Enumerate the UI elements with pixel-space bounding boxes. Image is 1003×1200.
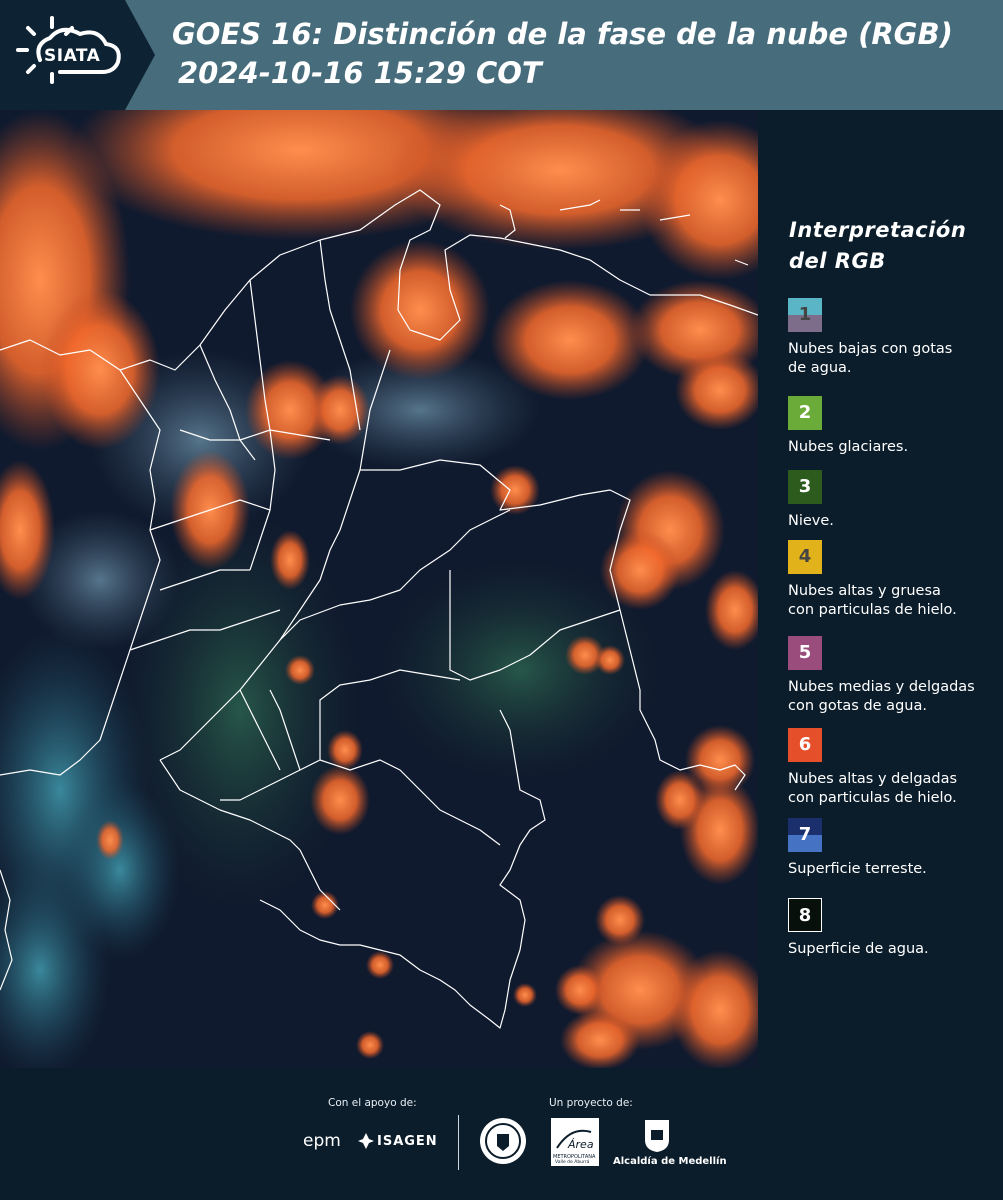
area-logo-text: Área — [568, 1138, 594, 1151]
epm-logo: epm — [303, 1131, 341, 1151]
isagen-logo-icon — [358, 1133, 374, 1149]
legend-swatch: 3 — [788, 470, 822, 504]
header: SIATA GOES 16: Distinción de la fase de … — [0, 0, 1003, 110]
legend-label: Nubes medias y delgadas — [788, 679, 975, 695]
legend-label: Nieve. — [788, 513, 834, 529]
legend-item-3: 3 Nieve. — [788, 470, 834, 531]
legend-number: 6 — [798, 734, 812, 755]
siata-logo-text: SIATA — [44, 46, 101, 66]
area-logo-subtext2: Valle de Aburrá — [555, 1160, 590, 1165]
legend-label: Nubes altas y gruesa — [788, 583, 941, 599]
legend-label-line2: con particulas de hielo. — [788, 602, 957, 618]
footer-divider — [458, 1115, 459, 1170]
legend-item-8: 8 Superficie de agua. — [788, 898, 929, 959]
project-label: Un proyecto de: — [549, 1097, 633, 1109]
legend-label-line2: con gotas de agua. — [788, 698, 927, 714]
legend-title-line2: del RGB — [789, 249, 886, 273]
support-label: Con el apoyo de: — [328, 1097, 417, 1109]
legend-swatch: 2 — [788, 396, 822, 430]
legend-label-line2: de agua. — [788, 360, 852, 376]
legend-label: Superficie terreste. — [788, 861, 927, 877]
satellite-rgb-map — [0, 110, 758, 1068]
legend-number: 5 — [798, 642, 812, 663]
legend-item-4: 4 Nubes altas y gruesa con particulas de h… — [788, 540, 957, 620]
legend-number: 1 — [798, 304, 812, 325]
legend: Interpretación del RGB — [770, 215, 995, 277]
university-seal-icon — [480, 1118, 526, 1164]
legend-swatch: 5 — [788, 636, 822, 670]
page-title: GOES 16: Distinción de la fase de la nub… — [172, 17, 953, 51]
alcaldia-shield-icon — [645, 1120, 669, 1152]
legend-item-5: 5 Nubes medias y delgadas con gotas de agu… — [788, 636, 975, 716]
legend-swatch: 6 — [788, 728, 822, 762]
legend-number: 3 — [798, 476, 812, 497]
legend-number: 2 — [798, 402, 812, 423]
legend-number: 8 — [798, 905, 812, 926]
legend-label: Nubes bajas con gotas — [788, 341, 953, 357]
legend-label: Nubes glaciares. — [788, 439, 909, 455]
legend-item-1: 1 Nubes bajas con gotas de agua. — [788, 298, 952, 378]
page-timestamp: 2024-10-16 15:29 COT — [178, 56, 542, 90]
legend-item-2: 2 Nubes glaciares. — [788, 396, 908, 457]
legend-label: Nubes altas y delgadas — [788, 771, 958, 787]
legend-number: 7 — [798, 824, 812, 845]
legend-swatch: 1 — [788, 298, 822, 332]
footer: Con el apoyo de: Un proyecto de: epm ISA… — [0, 1068, 1003, 1200]
legend-title-line1: Interpretación — [789, 218, 967, 242]
legend-swatch: 7 — [788, 818, 822, 852]
legend-item-6: 6 Nubes altas y delgadas con particulas de… — [788, 728, 957, 808]
legend-swatch: 8 — [788, 898, 822, 932]
legend-number: 4 — [798, 546, 812, 567]
legend-item-7: 7 Superficie terreste. — [788, 818, 927, 879]
legend-label: Superficie de agua. — [788, 941, 929, 957]
legend-label-line2: con particulas de hielo. — [788, 790, 957, 806]
legend-swatch: 4 — [788, 540, 822, 574]
isagen-logo: ISAGEN — [377, 1134, 438, 1149]
alcaldia-label: Alcaldía de Medellín — [613, 1156, 727, 1167]
